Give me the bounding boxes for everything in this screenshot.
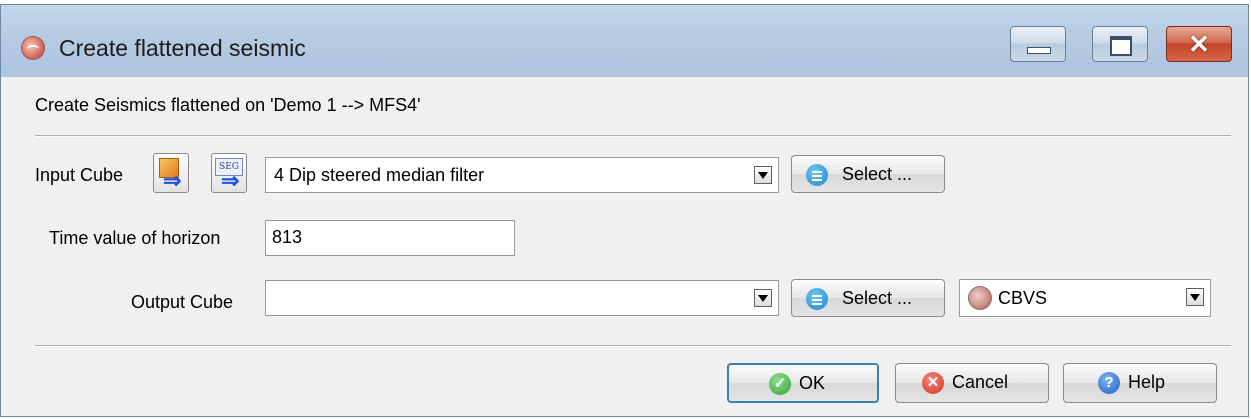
cancel-button[interactable]: ✕ Cancel [895,363,1049,403]
cancel-label: Cancel [952,372,1009,392]
minimize-button[interactable] [1010,26,1066,62]
time-value-input[interactable] [272,227,502,248]
checkmark-icon: ✓ [769,373,791,395]
chevron-down-icon[interactable] [754,289,772,307]
output-select-button[interactable]: Select ... [791,279,945,317]
help-icon: ? [1098,372,1120,394]
chevron-down-icon[interactable] [1186,288,1204,306]
info-text: Create Seismics flattened on 'Demo 1 -->… [35,95,421,115]
maximize-button[interactable] [1092,26,1148,62]
help-label: Help [1128,372,1166,392]
time-value-label: Time value of horizon [49,228,221,248]
close-icon: ✕ [1188,29,1210,59]
input-cube-value: 4 Dip steered median filter [274,165,485,185]
window-title: Create flattened seismic [59,35,306,61]
output-format-dropdown[interactable]: CBVS [959,279,1211,317]
input-from-segy-button[interactable]: SEG ⇒ [211,153,247,193]
help-button[interactable]: ? Help [1063,363,1217,403]
dialog-body: Create Seismics flattened on 'Demo 1 -->… [11,77,1240,407]
input-cube-label: Input Cube [35,165,124,185]
input-select-button[interactable]: Select ... [791,155,945,193]
ok-button[interactable]: ✓ OK [727,363,879,403]
close-button[interactable]: ✕ [1166,26,1232,62]
input-select-label: Select ... [842,164,913,184]
app-logo-icon [21,36,45,60]
arrow-right-icon: ⇒ [163,168,182,193]
input-from-file-button[interactable]: ⇒ [153,153,189,193]
output-select-label: Select ... [842,288,913,308]
list-icon [806,164,828,186]
dialog-window: Create flattened seismic ✕ Create Seismi… [0,4,1249,417]
cancel-icon: ✕ [922,372,944,394]
arrow-right-icon: ⇒ [221,168,240,193]
list-icon [806,288,828,310]
title-bar[interactable]: Create flattened seismic ✕ [1,5,1248,77]
output-cube-label: Output Cube [131,292,234,312]
input-cube-dropdown[interactable]: 4 Dip steered median filter [265,157,779,193]
time-value-field[interactable] [265,220,515,256]
chevron-down-icon[interactable] [754,166,772,184]
output-cube-dropdown[interactable] [265,280,779,316]
ok-label: OK [799,373,826,393]
separator-bottom [35,345,1231,347]
output-format-value: CBVS [998,288,1048,308]
cbvs-format-icon [968,286,992,310]
separator-top [35,135,1231,137]
